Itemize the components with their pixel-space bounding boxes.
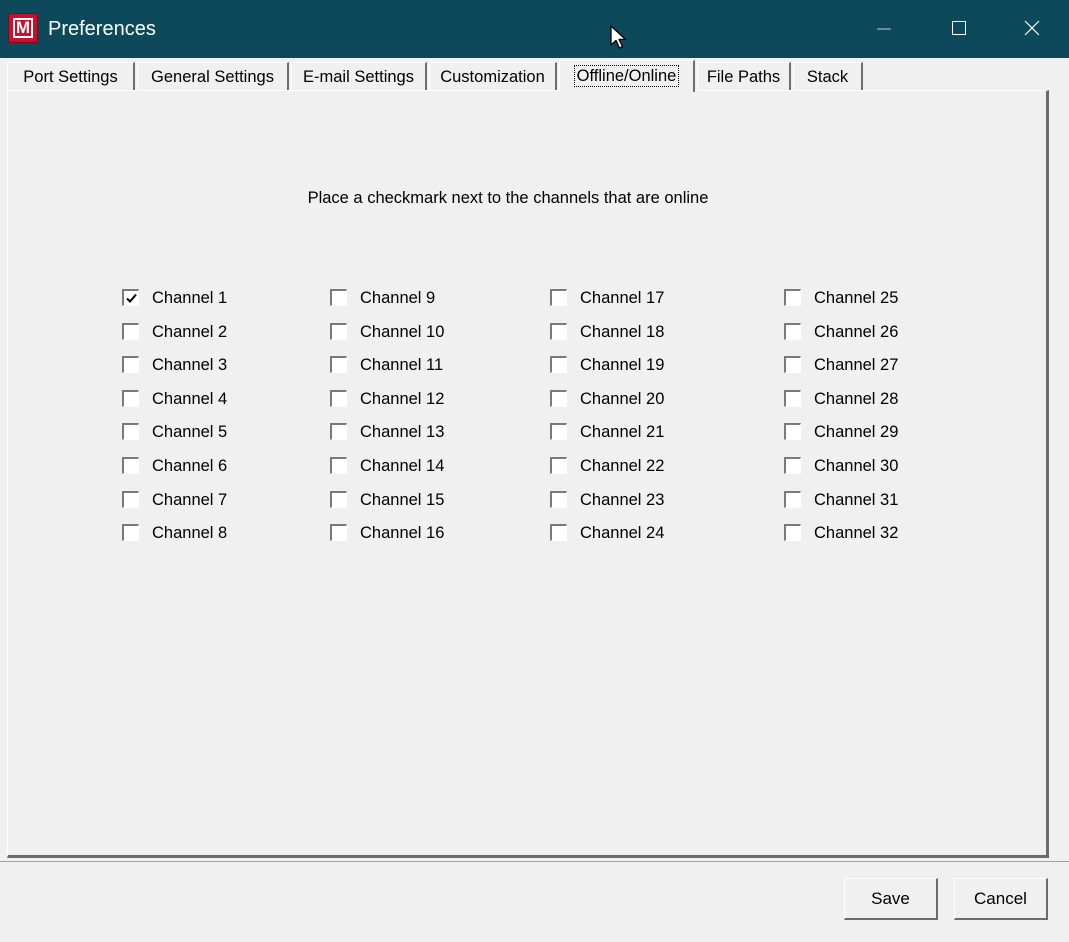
checkbox-label: Channel 12 <box>360 389 445 408</box>
checkbox-box[interactable] <box>550 524 567 542</box>
checkbox-label: Channel 8 <box>152 524 228 543</box>
checkbox-box[interactable] <box>784 456 801 474</box>
checkbox-box[interactable] <box>784 389 801 407</box>
checkbox-box[interactable] <box>550 389 567 407</box>
checkbox-box[interactable] <box>330 456 347 474</box>
minimize-button[interactable] <box>850 0 920 58</box>
checkbox-label: Channel 6 <box>152 456 228 475</box>
checkbox-label: Channel 9 <box>360 289 436 307</box>
tab-label: Port Settings <box>23 68 118 86</box>
checkbox-label: Channel 18 <box>580 322 665 341</box>
checkbox-label: Channel 20 <box>580 389 665 408</box>
checkbox-box[interactable] <box>122 356 139 374</box>
tab-label: File Paths <box>706 68 781 86</box>
checkbox-box[interactable] <box>784 524 801 542</box>
tab-email-settings[interactable]: E-mail Settings <box>291 62 427 90</box>
cancel-button[interactable]: Cancel <box>954 878 1048 920</box>
window-title: Preferences <box>48 18 156 40</box>
checkbox-label: Channel 27 <box>814 356 899 375</box>
checkbox-label: Channel 19 <box>580 356 665 375</box>
instruction-text: Place a checkmark next to the channels t… <box>307 189 709 207</box>
checkbox-box[interactable] <box>330 289 347 306</box>
checkbox-label: Channel 15 <box>360 490 445 509</box>
checkbox-box[interactable] <box>550 423 567 441</box>
checkbox-label: Channel 32 <box>814 524 899 543</box>
checkbox-box[interactable] <box>122 524 139 542</box>
maximize-button[interactable] <box>925 0 995 58</box>
checkbox-box[interactable] <box>550 490 567 508</box>
tab-port-settings[interactable]: Port Settings <box>7 62 135 90</box>
checkbox-box[interactable] <box>784 289 801 306</box>
checkbox-box[interactable] <box>122 289 139 306</box>
checkbox-label: Channel 7 <box>152 490 228 509</box>
checkbox-label: Channel 23 <box>580 490 665 509</box>
checkbox-label: Channel 24 <box>580 524 665 543</box>
checkbox-label: Channel 17 <box>580 289 665 307</box>
checkbox-label: Channel 26 <box>814 322 899 341</box>
checkbox-box[interactable] <box>122 490 139 508</box>
checkbox-label: Channel 22 <box>580 456 665 475</box>
checkbox-label: Channel 25 <box>814 289 899 307</box>
checkbox-box[interactable] <box>550 322 567 340</box>
footer-divider <box>0 861 1069 862</box>
tab-offline-online[interactable]: Offline/Online <box>559 60 695 92</box>
tab-label: Stack <box>806 68 849 86</box>
checkbox-box[interactable] <box>122 389 139 407</box>
save-button[interactable]: Save <box>844 878 938 920</box>
checkbox-label: Channel 10 <box>360 322 445 341</box>
checkbox-box[interactable] <box>122 322 139 340</box>
checkbox-box[interactable] <box>330 322 347 340</box>
checkbox-box[interactable] <box>330 389 347 407</box>
close-button[interactable] <box>998 0 1068 58</box>
checkbox-box[interactable] <box>550 356 567 374</box>
checkbox-box[interactable] <box>330 356 347 374</box>
checkbox-label: Channel 13 <box>360 423 445 442</box>
tab-general-settings[interactable]: General Settings <box>137 62 289 90</box>
checkbox-box[interactable] <box>784 322 801 340</box>
mouse-cursor-icon <box>610 25 627 49</box>
checkbox-label: Channel 31 <box>814 490 899 509</box>
checkbox-label: Channel 29 <box>814 423 899 442</box>
minimize-icon <box>877 28 891 30</box>
checkbox-box[interactable] <box>122 456 139 474</box>
checkbox-box[interactable] <box>550 456 567 474</box>
tab-customization[interactable]: Customization <box>429 62 557 90</box>
checkbox-label: Channel 14 <box>360 456 445 475</box>
checkbox-label: Channel 5 <box>152 423 228 442</box>
tab-stack[interactable]: Stack <box>793 62 863 90</box>
checkbox-box[interactable] <box>784 423 801 441</box>
app-m-icon[interactable]: M <box>8 13 38 43</box>
checkbox-label: Channel 30 <box>814 456 899 475</box>
checkbox-label: Channel 21 <box>580 423 665 442</box>
maximize-icon <box>952 21 966 35</box>
checkbox-label: Channel 2 <box>152 322 228 341</box>
checkbox-box[interactable] <box>784 490 801 508</box>
checkbox-label: Channel 3 <box>152 356 228 375</box>
checkmark-icon <box>126 293 137 303</box>
checkbox-box[interactable] <box>550 289 567 306</box>
checkbox-label: Channel 28 <box>814 389 899 408</box>
app-icon-letter: M <box>15 18 31 37</box>
checkbox-label: Channel 1 <box>152 289 228 307</box>
checkbox-box[interactable] <box>330 524 347 542</box>
tab-label: Customization <box>440 68 545 86</box>
title-bar[interactable]: M Preferences <box>0 0 1069 58</box>
checkbox-label: Channel 16 <box>360 524 445 543</box>
tab-label: Offline/Online <box>573 65 680 87</box>
checkbox-label: Channel 4 <box>152 389 228 408</box>
tab-label: General Settings <box>151 68 274 86</box>
checkbox-label: Channel 11 <box>360 356 444 375</box>
checkbox-box[interactable] <box>784 356 801 374</box>
tab-label: E-mail Settings <box>303 68 414 86</box>
close-icon <box>1024 20 1040 36</box>
offline-online-panel: Place a checkmark next to the channels t… <box>7 90 1049 858</box>
checkbox-box[interactable] <box>330 423 347 441</box>
checkbox-box[interactable] <box>330 490 347 508</box>
checkbox-box[interactable] <box>122 423 139 441</box>
tab-file-paths[interactable]: File Paths <box>697 62 791 90</box>
